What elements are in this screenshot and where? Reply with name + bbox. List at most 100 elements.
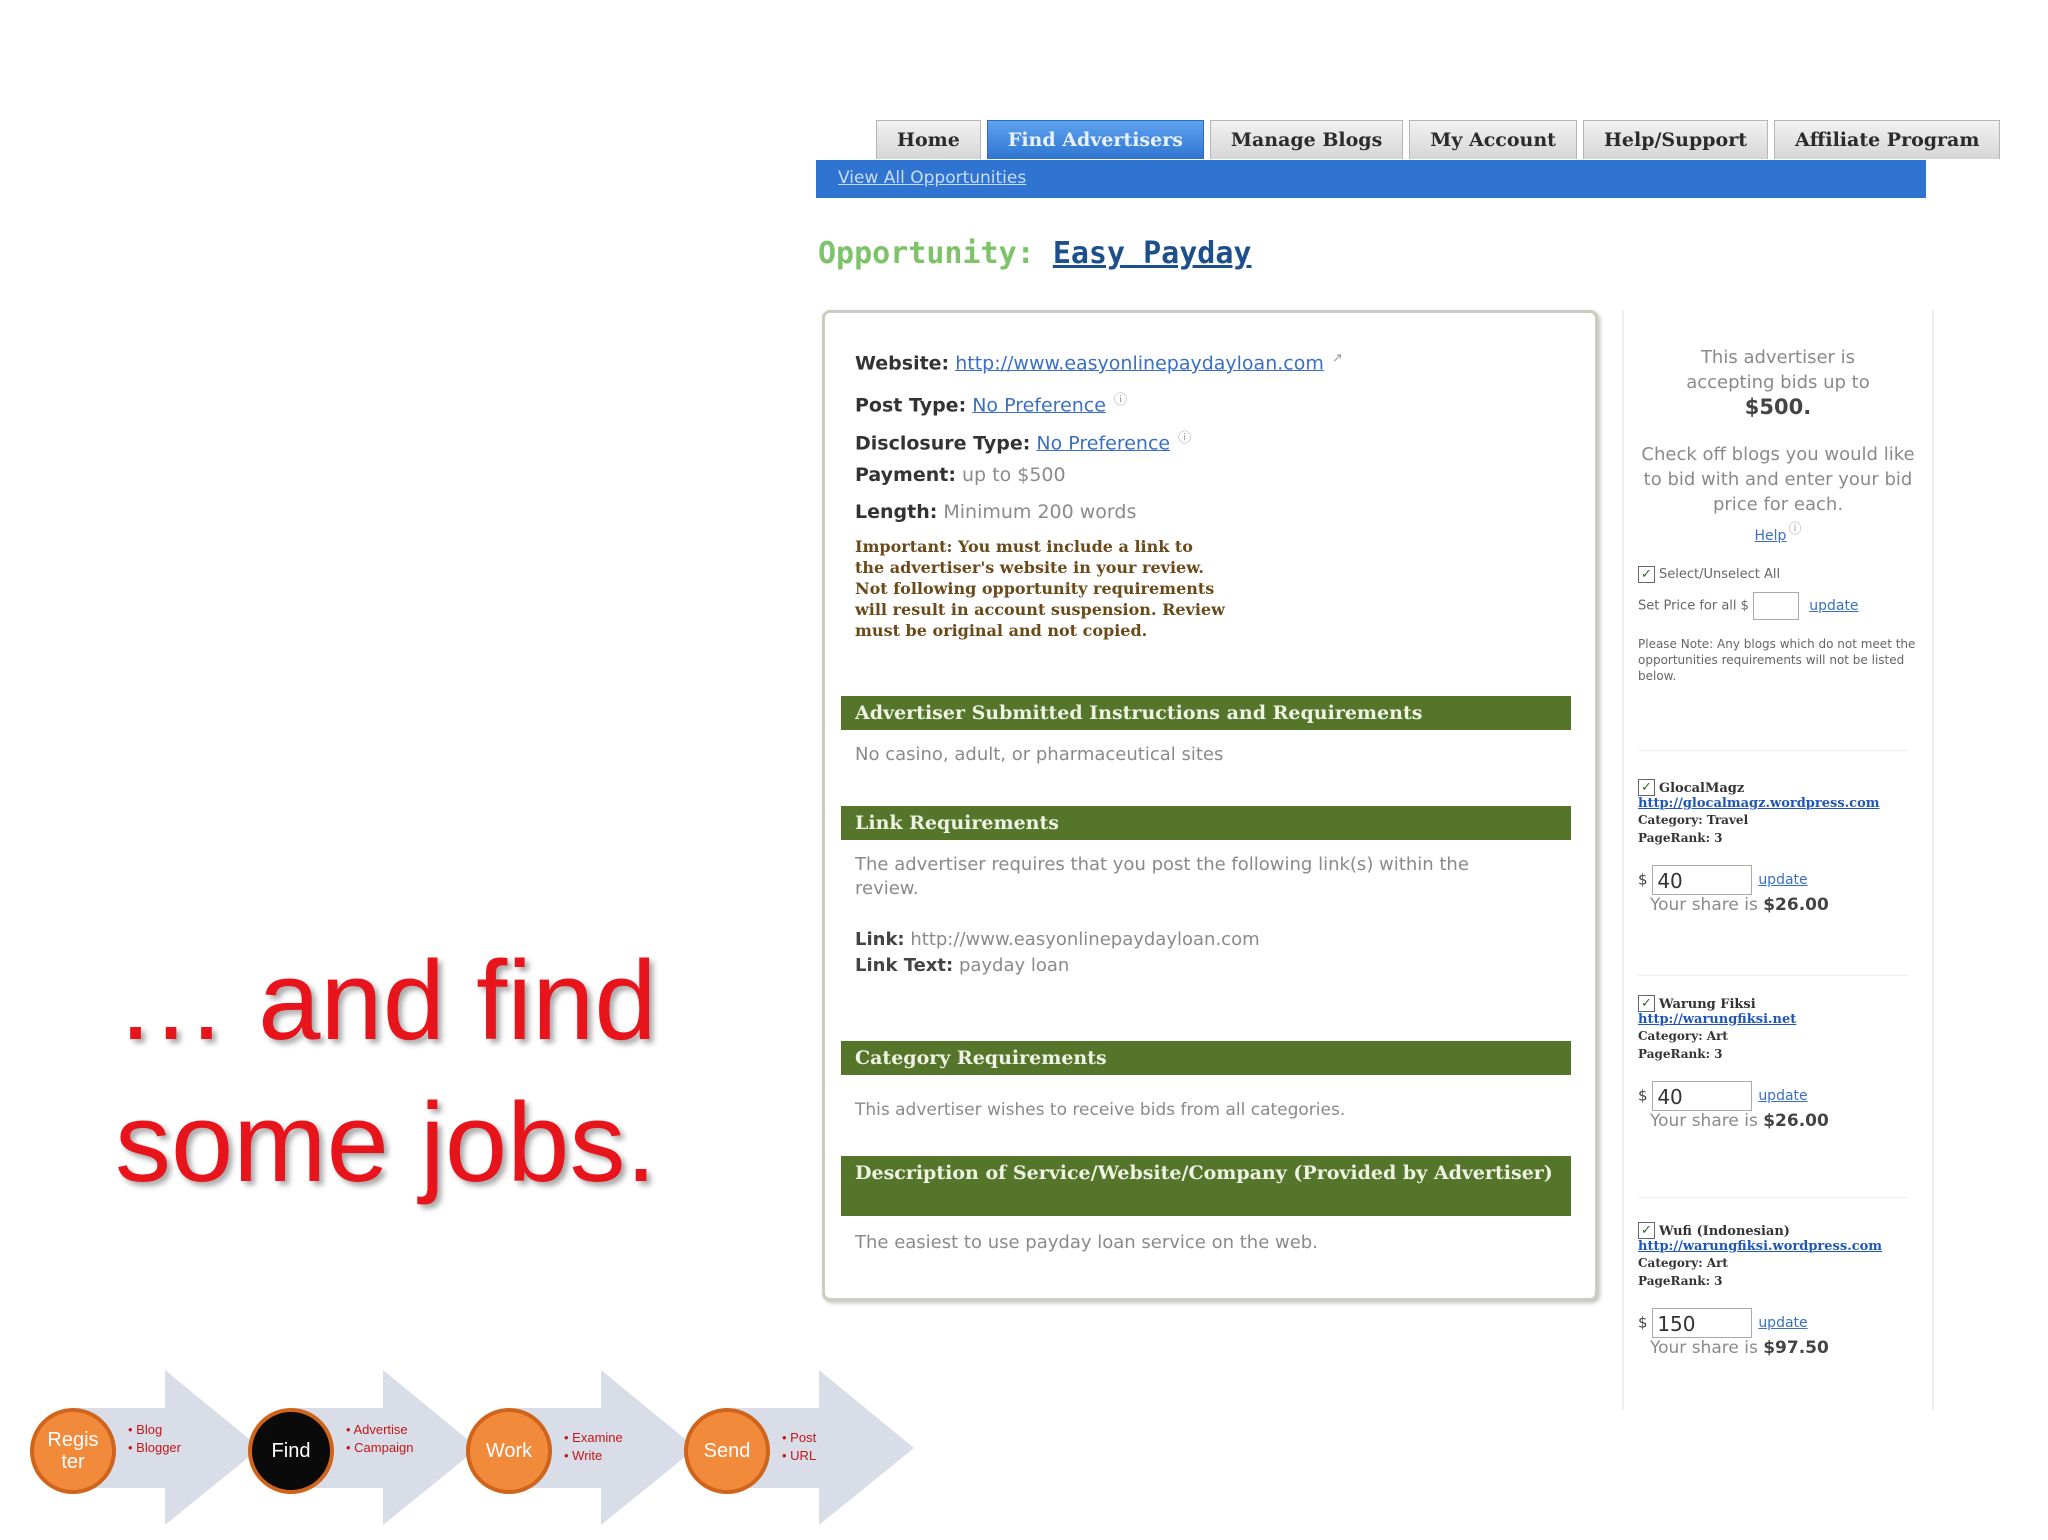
accepting-bids-text: This advertiser is accepting bids up to … — [1624, 345, 1932, 421]
opportunity-screenshot: Home Find Advertisers Manage Blogs My Ac… — [816, 120, 2001, 1410]
divider — [1638, 1197, 1908, 1198]
tab-manage-blogs[interactable]: Manage Blogs — [1209, 120, 1404, 159]
link-requirements-header: Link Requirements — [841, 806, 1571, 840]
info-icon[interactable]: ⓘ — [1788, 522, 1801, 537]
set-price-row: Set Price for all $ update — [1638, 592, 1859, 620]
accepting-text: This advertiser is accepting bids up to — [1686, 347, 1870, 393]
step-circle: Send — [684, 1408, 770, 1494]
disclosure-link[interactable]: No Preference — [1036, 432, 1170, 454]
page-title: Opportunity: Easy Payday — [818, 236, 1252, 271]
set-price-input[interactable] — [1753, 592, 1800, 620]
share-text: Your share is $26.00 — [1650, 1111, 1928, 1131]
disclosure-row: Disclosure Type: No Preference ⓘ — [855, 427, 1191, 454]
step-bullet: • URL — [782, 1448, 817, 1463]
post-type-label: Post Type: — [855, 394, 967, 417]
view-all-opportunities-link[interactable]: View All Opportunities — [838, 168, 1026, 188]
info-icon[interactable]: ⓘ — [1178, 431, 1191, 446]
update-link[interactable]: update — [1758, 1315, 1807, 1331]
tab-find-advertisers[interactable]: Find Advertisers — [986, 120, 1204, 159]
set-price-label: Set Price for all $ — [1638, 598, 1749, 614]
step-bullet: • Blogger — [128, 1440, 181, 1455]
blog-url-link[interactable]: http://warungfiksi.wordpress.com — [1638, 1239, 1928, 1254]
post-type-row: Post Type: No Preference ⓘ — [855, 389, 1127, 416]
website-row: Website: http://www.easyonlinepaydayloan… — [855, 351, 1343, 374]
step-bullet: • Campaign — [346, 1440, 414, 1455]
blog-name: Wufi (Indonesian) — [1659, 1224, 1790, 1239]
bullet-text: Post — [790, 1430, 817, 1445]
website-link[interactable]: http://www.easyonlinepaydayloan.com — [955, 352, 1324, 374]
blog-pagerank: PageRank: 3 — [1638, 1047, 1723, 1061]
step-bullet: • Examine — [564, 1430, 623, 1445]
info-icon[interactable]: ⓘ — [1114, 393, 1127, 408]
nav-tabs: Home Find Advertisers Manage Blogs My Ac… — [876, 120, 2001, 160]
step-circle: Regis ter — [30, 1408, 116, 1494]
description-text: The easiest to use payday loan service o… — [855, 1232, 1318, 1253]
headline-line-1: … and find — [115, 938, 657, 1063]
share-text: Your share is $26.00 — [1650, 895, 1928, 915]
flow-step-register: Regis ter • Blog • Blogger — [30, 1360, 260, 1530]
blog-category: Category: Travel — [1638, 813, 1749, 827]
link-row: Link: http://www.easyonlinepaydayloan.co… — [855, 928, 1555, 952]
update-link[interactable]: update — [1758, 1088, 1807, 1104]
bid-input[interactable]: 150 — [1652, 1308, 1753, 1338]
flow-step-find: Find • Advertise • Campaign — [248, 1360, 478, 1530]
important-notice: Important: You must include a link to th… — [855, 537, 1225, 640]
bid-row: $ 40 update — [1638, 865, 1928, 895]
bid-instructions: Check off blogs you would like to bid wi… — [1624, 442, 1932, 549]
category-text: This advertiser wishes to receive bids f… — [855, 1100, 1346, 1120]
instructions-header: Advertiser Submitted Instructions and Re… — [841, 696, 1571, 730]
blog-name: Warung Fiksi — [1659, 997, 1756, 1012]
select-all-label: Select/Unselect All — [1659, 567, 1781, 582]
post-type-link[interactable]: No Preference — [972, 394, 1106, 416]
blog-url-link[interactable]: http://warungfiksi.net — [1638, 1012, 1928, 1027]
website-label: Website: — [855, 352, 950, 375]
blog-checkbox[interactable]: ✓ — [1638, 779, 1655, 796]
blog-checkbox[interactable]: ✓ — [1638, 1222, 1655, 1239]
bid-input[interactable]: 40 — [1652, 865, 1753, 895]
share-label: Your share is — [1650, 1111, 1758, 1131]
sub-nav-bar: View All Opportunities — [816, 160, 1926, 198]
headline-line-2: some jobs. — [115, 1080, 657, 1205]
blog-url-link[interactable]: http://glocalmagz.wordpress.com — [1638, 796, 1928, 811]
bid-input[interactable]: 40 — [1652, 1081, 1753, 1111]
step-bullet: • Post — [782, 1430, 817, 1445]
tab-affiliate-program[interactable]: Affiliate Program — [1774, 120, 2001, 159]
length-row: Length: Minimum 200 words — [855, 501, 1136, 523]
blog-category: Category: Art — [1638, 1029, 1728, 1043]
blog-item: ✓ Wufi (Indonesian) http://warungfiksi.wo… — [1638, 1220, 1928, 1358]
divider — [1638, 750, 1908, 751]
accepting-amount: $500. — [1744, 395, 1812, 419]
opportunity-name-link[interactable]: Easy Payday — [1053, 236, 1252, 271]
share-amount: $26.00 — [1763, 1111, 1829, 1131]
blog-pagerank: PageRank: 3 — [1638, 1274, 1723, 1288]
link-label: Link: — [855, 929, 905, 950]
tab-my-account[interactable]: My Account — [1409, 120, 1577, 159]
external-link-icon[interactable]: ↗ — [1332, 351, 1343, 366]
select-all-checkbox[interactable]: ✓ — [1638, 566, 1655, 583]
help-link[interactable]: Help — [1755, 528, 1787, 544]
share-label: Your share is — [1650, 1338, 1758, 1358]
blog-item: ✓ GlocalMagz http://glocalmagz.wordpress.… — [1638, 777, 1928, 915]
update-link[interactable]: update — [1758, 872, 1807, 888]
payment-value: up to $500 — [961, 464, 1066, 486]
update-all-link[interactable]: update — [1809, 598, 1858, 614]
tab-help-support[interactable]: Help/Support — [1582, 120, 1769, 159]
link-requirements-text: The advertiser requires that you post th… — [855, 854, 1469, 899]
flow-step-send: Send • Post • URL — [684, 1360, 914, 1530]
length-label: Length: — [855, 501, 938, 523]
step-circle: Find — [248, 1408, 334, 1494]
payment-row: Payment: up to $500 — [855, 464, 1066, 486]
blog-checkbox[interactable]: ✓ — [1638, 995, 1655, 1012]
opportunity-label: Opportunity: — [818, 236, 1035, 271]
disclosure-label: Disclosure Type: — [855, 432, 1031, 455]
step-circle: Work — [466, 1408, 552, 1494]
slide-headline: … and find some jobs. — [115, 930, 675, 1214]
tab-home[interactable]: Home — [876, 120, 981, 159]
share-label: Your share is — [1650, 895, 1758, 915]
process-flow: Regis ter • Blog • Blogger Find • Advert… — [30, 1360, 914, 1540]
divider — [1638, 975, 1908, 976]
bullet-text: Campaign — [354, 1440, 414, 1455]
note-text: Please Note: Any blogs which do not meet… — [1638, 637, 1916, 683]
share-amount: $97.50 — [1763, 1338, 1829, 1358]
share-amount: $26.00 — [1763, 895, 1829, 915]
